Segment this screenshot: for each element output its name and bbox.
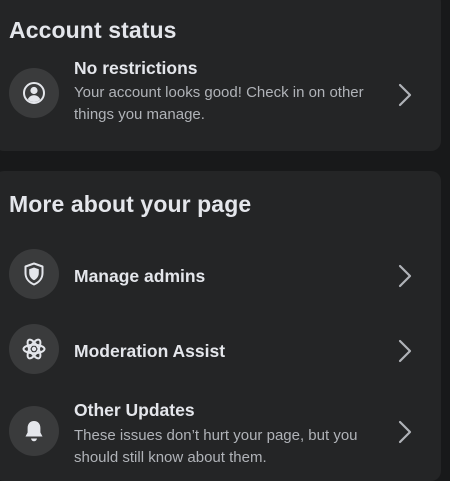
person-circle-icon bbox=[9, 68, 59, 118]
account-status-card: Account status No restrictions Your acco… bbox=[0, 0, 441, 151]
moderation-assist-row[interactable]: Moderation Assist bbox=[0, 321, 441, 381]
shield-icon bbox=[9, 249, 59, 299]
atom-icon bbox=[9, 324, 59, 374]
other-updates-row[interactable]: Other Updates These issues don’t hurt yo… bbox=[0, 396, 441, 476]
bell-icon bbox=[9, 406, 59, 456]
other-updates-description: These issues don’t hurt your page, but y… bbox=[74, 427, 358, 466]
chevron-right-icon bbox=[397, 81, 413, 109]
chevron-right-icon bbox=[397, 418, 413, 446]
no-restrictions-row[interactable]: No restrictions Your account looks good!… bbox=[0, 55, 441, 135]
manage-admins-title: Manage admins bbox=[74, 266, 206, 286]
moderation-assist-title: Moderation Assist bbox=[74, 341, 226, 361]
more-about-page-card: More about your page Manage admins Moder… bbox=[0, 171, 441, 481]
chevron-right-icon bbox=[397, 337, 413, 365]
other-updates-title: Other Updates bbox=[74, 400, 195, 420]
no-restrictions-title: No restrictions bbox=[74, 58, 198, 78]
chevron-right-icon bbox=[397, 262, 413, 290]
more-about-page-title: More about your page bbox=[9, 191, 252, 217]
no-restrictions-description: Your account looks good! Check in on oth… bbox=[74, 84, 364, 123]
account-status-title: Account status bbox=[9, 17, 177, 43]
manage-admins-row[interactable]: Manage admins bbox=[0, 246, 441, 306]
